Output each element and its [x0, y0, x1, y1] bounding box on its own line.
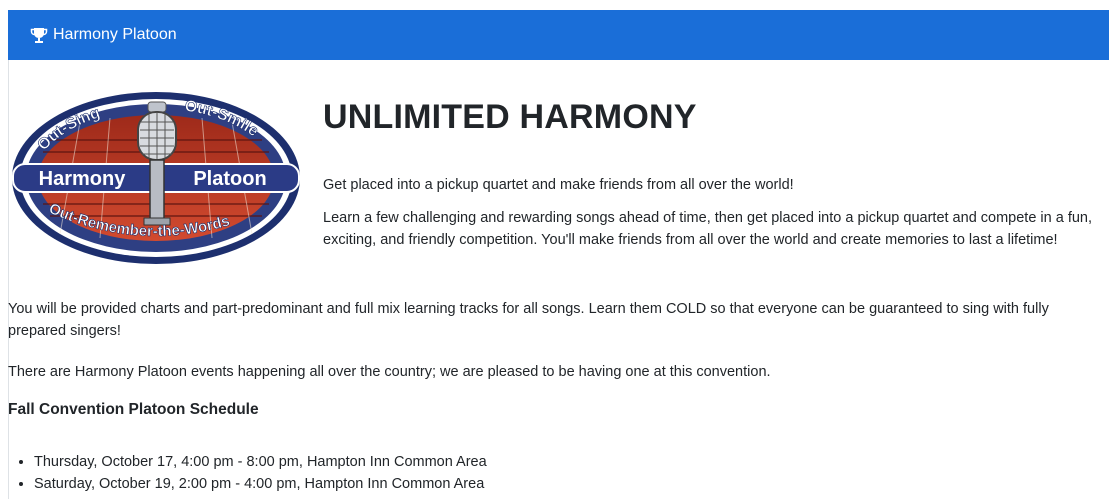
- events-info-text: There are Harmony Platoon events happeni…: [8, 364, 771, 380]
- schedule-list: Thursday, October 17, 4:00 pm - 8:00 pm,…: [8, 451, 487, 495]
- hero-intro-text: Get placed into a pickup quartet and mak…: [323, 177, 794, 193]
- brand-label: Harmony Platoon: [53, 26, 177, 43]
- page: Harmony Platoon Harmony Platoon Out-Sing…: [0, 0, 1109, 499]
- page-title: UNLIMITED HARMONY: [323, 98, 697, 136]
- svg-text:Harmony: Harmony: [39, 168, 127, 190]
- brand-link[interactable]: Harmony Platoon: [30, 26, 177, 44]
- content-border: [8, 60, 9, 499]
- schedule-item-thursday: Thursday, October 17, 4:00 pm - 8:00 pm,…: [34, 451, 487, 473]
- trophy-icon: [30, 26, 48, 44]
- svg-text:Platoon: Platoon: [193, 168, 266, 190]
- hero-description-text: Learn a few challenging and rewarding so…: [323, 210, 1093, 248]
- schedule-item-saturday: Saturday, October 19, 2:00 pm - 4:00 pm,…: [34, 473, 487, 495]
- top-navbar: Harmony Platoon: [8, 10, 1109, 60]
- schedule-heading: Fall Convention Platoon Schedule: [8, 401, 259, 418]
- harmony-platoon-logo: Harmony Platoon Out-Sing Out-Smile Out-R…: [12, 92, 300, 264]
- learning-tracks-text: You will be provided charts and part-pre…: [8, 301, 1049, 339]
